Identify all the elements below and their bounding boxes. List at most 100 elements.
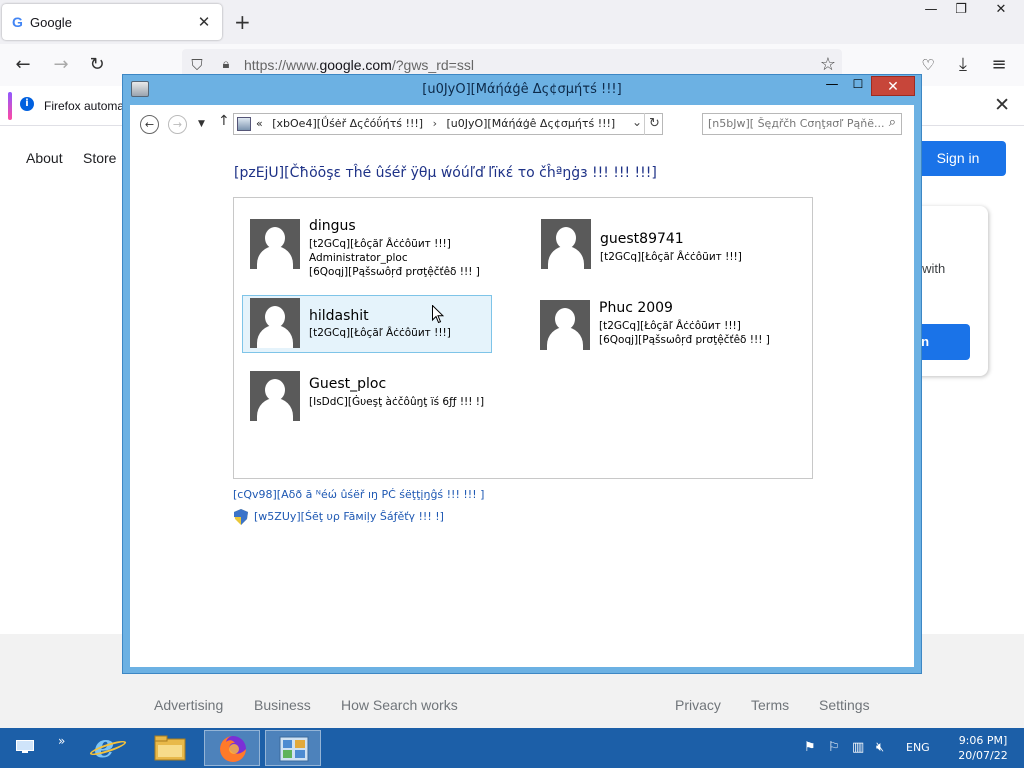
footer-how-search-works-link[interactable]: How Search works [341,697,458,713]
uac-shield-icon [234,509,248,525]
forward-arrow-icon[interactable]: → [48,53,74,77]
account-list: dingus [t2GCq][Łôçăľ Ȃċċôũит !!!] Admini… [233,197,813,479]
control-panel-icon [237,117,251,131]
downloads-icon[interactable]: ⤓ [950,53,976,77]
explorer-nav-bar: ← → ▼ ↑ « [xbOe4][Ǘśėř Δςĉόΰήτś !!!] › [… [130,105,914,143]
back-arrow-icon[interactable]: ← [10,53,36,77]
mouse-cursor-icon [432,305,444,324]
clock-time: 9:06 ΡM] [958,734,1008,747]
breadcrumb-separator[interactable]: › [433,117,437,130]
account-tile-phuc-2009[interactable]: Phuc 2009 [t2GCq][Łôçăľ Ȃċċôũит !!!] [6Q… [532,297,782,355]
account-name: guest89741 [600,231,684,247]
browser-restore-icon[interactable]: ❐ [946,2,976,17]
footer-privacy-link[interactable]: Privacy [675,697,721,713]
account-tile-hildashit[interactable]: hildashit [t2GCq][Łôçăľ Ȃċċôũит !!!] [242,295,492,353]
account-type: [t2GCq][Łôçăľ Ȃċċôũит !!!] [309,327,451,339]
input-language-indicator[interactable]: ENG [906,741,930,754]
search-placeholder: [n5bJw][ Šęдřčh Cσηţяσľ Pąňё... [708,117,885,130]
window-close-icon[interactable]: ✕ [871,76,915,96]
action-center-icon[interactable]: ⚑ [804,740,816,755]
user-avatar-icon [250,371,300,421]
tracking-shield-icon[interactable]: ⛉ [188,55,206,75]
url-text[interactable]: https://www.google.com/?gws_rd=ssl [244,57,474,73]
volume-muted-icon[interactable]: 🔇︎ [876,740,884,755]
browser-tab-google[interactable]: G Google ✕ [2,4,222,40]
account-tile-guest-ploc[interactable]: Guest_ploc [IsDdC][Ġυеşţ àċčôûŋţ ïś 6ƒƒ … [242,368,492,426]
taskbar-clock[interactable]: 9:06 ΡM] 20/07/22 [946,733,1020,763]
footer-settings-link[interactable]: Settings [819,697,870,713]
window-maximize-icon[interactable]: ☐ [847,77,869,91]
store-link[interactable]: Store [83,150,116,166]
window-minimize-icon[interactable]: — [821,77,843,92]
footer-terms-link[interactable]: Terms [751,697,789,713]
account-password-status: [6Qoqj][Ρąšsωôŗđ prσţệčťêδ !!! ] [309,266,480,278]
browser-close-icon[interactable]: ✕ [986,2,1016,17]
breadcrumb-user-accounts[interactable]: [xbOe4][Ǘśėř Δςĉόΰήτś !!!] [272,117,423,130]
breadcrumb-overflow-chevrons[interactable]: « [256,117,263,130]
lock-icon[interactable]: 🔒︎ [218,55,234,75]
tab-close-icon[interactable]: ✕ [196,13,212,31]
user-avatar-icon [250,298,300,348]
control-panel-taskbar-icon[interactable] [265,730,321,766]
breadcrumb-manage-accounts[interactable]: [u0JyO][Мάήάģê Δς¢σμήτś !!!] [446,117,615,130]
user-avatar-icon [541,219,591,269]
desktop-icon [16,740,34,753]
user-avatar-icon [540,300,590,350]
notice-close-icon[interactable]: ✕ [994,94,1010,116]
control-panel-search-box[interactable]: [n5bJw][ Šęдřčh Cσηţяσľ Pąňё... ⌕ [702,113,902,135]
account-name: Guest_ploc [309,376,387,392]
account-name: Phuc 2009 [599,300,673,316]
google-sign-in-button[interactable]: Sign in [910,141,1006,176]
tab-title: Google [30,14,72,30]
manage-accounts-window: [u0JyO][Мάήάģê Δς¢σμήτś !!!] — ☐ ✕ ← → ▼… [122,74,922,674]
address-bar[interactable]: « [xbOe4][Ǘśėř Δςĉόΰήτś !!!] › [u0JyO][М… [233,113,663,135]
bookmark-star-icon[interactable]: ☆ [820,54,836,75]
address-dropdown-chevron-icon[interactable]: ⌄ [632,115,642,129]
footer-business-link[interactable]: Business [254,697,311,713]
window-content: ← → ▼ ↑ « [xbOe4][Ǘśėř Δςĉόΰήτś !!!] › [… [130,105,914,667]
clock-date: 20/07/22 [958,749,1008,762]
account-name: dingus [309,218,356,234]
footer-advertising-link[interactable]: Advertising [154,697,223,713]
account-tile-dingus[interactable]: dingus [t2GCq][Łôçăľ Ȃċċôũит !!!] Admini… [242,216,492,278]
back-circle-icon[interactable]: ← [140,115,159,134]
file-explorer-icon[interactable] [142,730,198,766]
account-tile-guest89741[interactable]: guest89741 [t2GCq][Łôçăľ Ȃċċôũит !!!] [533,216,783,274]
browser-minimize-icon[interactable]: — [916,2,946,17]
account-group: Administrator_ploc [309,252,408,264]
sign-in-promo-card: y with n in [898,206,988,376]
windows-taskbar: » e ⚑ ⚐ ▥ 🔇︎ ENG 9:06 ΡM] 20/07/22 [0,727,1024,768]
up-arrow-icon[interactable]: ↑ [218,113,230,129]
recent-pages-chevron-icon[interactable]: ▼ [198,119,205,129]
firefox-taskbar-icon[interactable] [204,730,260,766]
user-avatar-icon [250,219,300,269]
account-type: [t2GCq][Łôçăľ Ȃċċôũит !!!] [600,251,742,263]
window-title: [u0JyO][Мάήάģê Δς¢σμήτś !!!] [422,82,622,97]
refresh-icon[interactable]: ↻ [644,113,664,135]
notice-text: Firefox automa [44,99,125,113]
family-safety-link[interactable]: [w5ZUy][Śēţ υρ Fāмiļy Ŝáƒěťγ !!! !] [254,510,444,523]
browser-tab-bar: G Google ✕ + — ❐ ✕ [0,0,1024,44]
notification-flag-icon[interactable]: ⚐ [828,740,840,755]
account-type: [t2GCq][Łôçăľ Ȃċċôũит !!!] [309,238,451,250]
account-type: [t2GCq][Łôçăľ Ȃċċôũит !!!] [599,320,741,332]
new-tab-icon[interactable]: + [234,10,251,34]
search-icon[interactable]: ⌕ [889,115,896,130]
notice-stripe [8,92,12,120]
add-new-user-link[interactable]: [cQv98][Αδð ā ᴺéώ ûśëř ıŋ PĆ śёţţįŋĝś !!… [233,488,484,501]
window-title-bar[interactable]: [u0JyO][Мάήάģê Δς¢σμήτś !!!] — ☐ ✕ [123,75,921,105]
reload-icon[interactable]: ↻ [84,53,110,77]
account-name: hildashit [309,308,369,324]
about-link[interactable]: About [26,150,63,166]
page-heading: [pzEjU][Čħöōşε тĥé ûśéř ÿθμ ẃóúľď ľïκέ τ… [234,165,657,181]
show-desktop-button[interactable] [4,730,44,766]
menu-icon[interactable]: ≡ [986,53,1012,77]
forward-circle-icon[interactable]: → [168,115,187,134]
account-status: [IsDdC][Ġυеşţ àċčôûŋţ ïś 6ƒƒ !!! !] [309,396,485,408]
account-password-status: [6Qoqj][Ρąšsωôŗđ prσţệčťêδ !!! ] [599,334,770,346]
network-icon[interactable]: ▥ [852,740,864,755]
internet-explorer-icon[interactable]: e [84,727,140,766]
taskbar-chevron-icon[interactable]: » [52,730,76,766]
breadcrumb: « [xbOe4][Ǘśėř Δςĉόΰήτś !!!] › [u0JyO][М… [256,117,615,130]
info-icon: i [20,97,34,111]
